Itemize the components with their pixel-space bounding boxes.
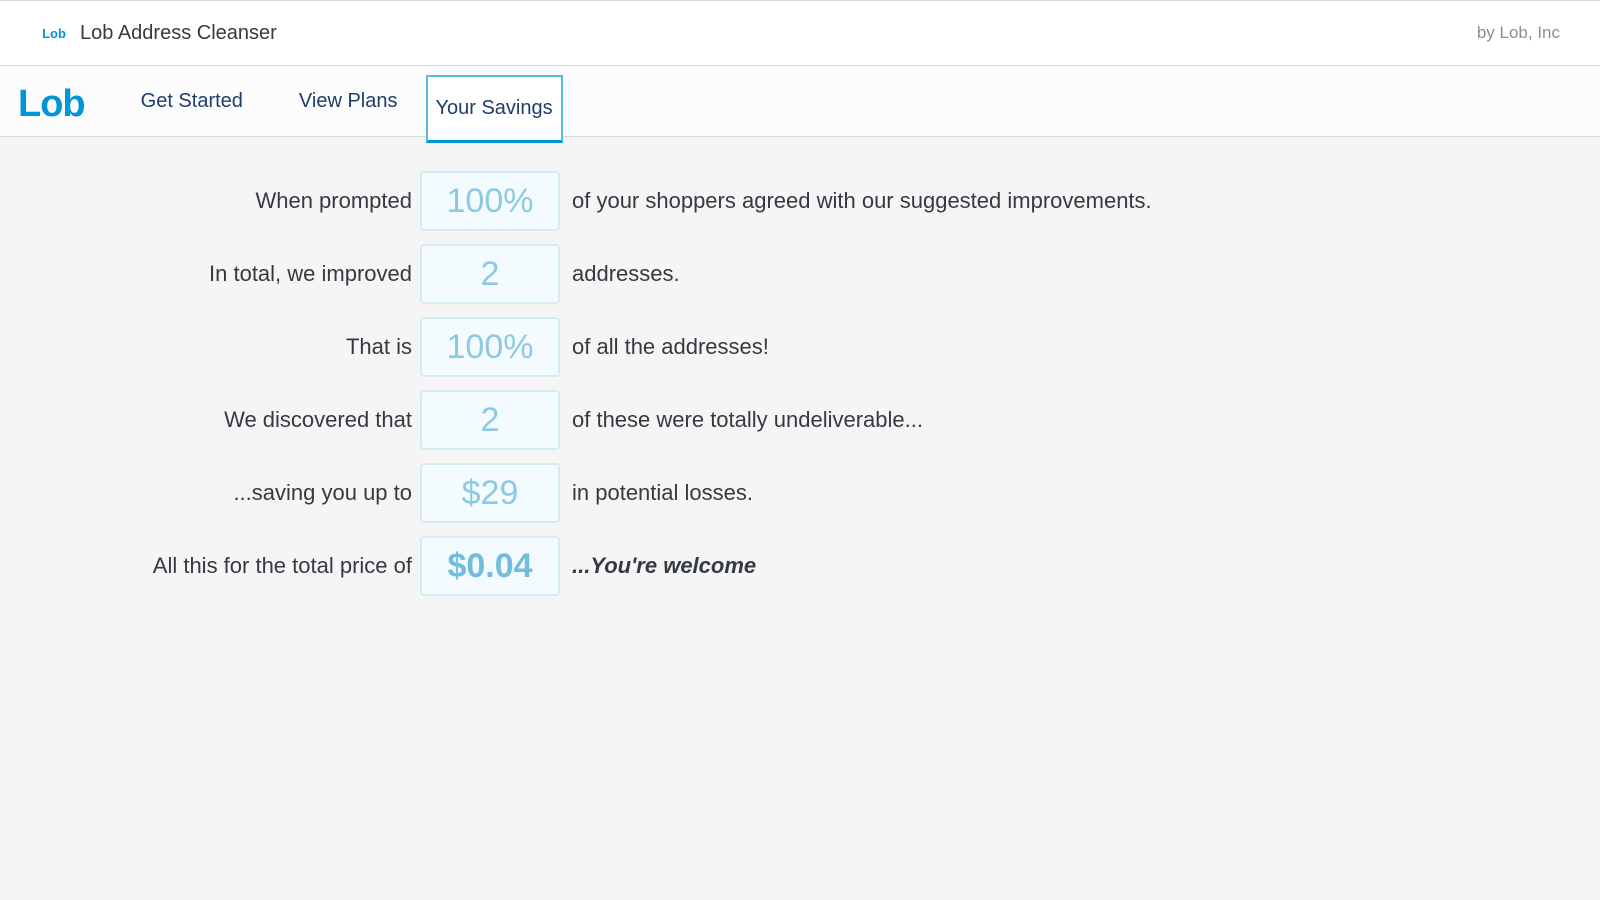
nav-bar: Lob Get Started View Plans Your Savings: [0, 66, 1600, 137]
stat-box-all-pct: 100%: [420, 317, 560, 377]
savings-row: We discovered that 2 of these were total…: [0, 390, 1600, 450]
row-trail: ...You're welcome: [568, 553, 756, 579]
row-lead: We discovered that: [0, 407, 412, 433]
row-trail: of your shoppers agreed with our suggest…: [568, 188, 1152, 214]
stat-box-improved-count: 2: [420, 244, 560, 304]
stat-box-undeliverable-count: 2: [420, 390, 560, 450]
row-trail: of all the addresses!: [568, 334, 769, 360]
tab-view-plans[interactable]: View Plans: [271, 78, 426, 125]
row-trail: of these were totally undeliverable...: [568, 407, 923, 433]
top-left: Lob Lob Address Cleanser: [40, 19, 277, 47]
row-lead: In total, we improved: [0, 261, 412, 287]
savings-content: When prompted 100% of your shoppers agre…: [0, 137, 1600, 596]
top-bar: Lob Lob Address Cleanser by Lob, Inc: [0, 0, 1600, 66]
row-trail: in potential losses.: [568, 480, 753, 506]
savings-row: When prompted 100% of your shoppers agre…: [0, 171, 1600, 231]
tab-your-savings[interactable]: Your Savings: [426, 75, 563, 143]
lob-app-icon: Lob: [40, 19, 68, 47]
savings-row: That is 100% of all the addresses!: [0, 317, 1600, 377]
row-lead: When prompted: [0, 188, 412, 214]
row-lead: ...saving you up to: [0, 480, 412, 506]
app-title: Lob Address Cleanser: [80, 22, 277, 45]
row-lead: All this for the total price of: [0, 553, 412, 579]
stat-box-total-price: $0.04: [420, 536, 560, 596]
stat-box-savings-amount: $29: [420, 463, 560, 523]
by-line: by Lob, Inc: [1477, 23, 1560, 43]
savings-row: ...saving you up to $29 in potential los…: [0, 463, 1600, 523]
savings-row: All this for the total price of $0.04 ..…: [0, 536, 1600, 596]
row-trail: addresses.: [568, 261, 680, 287]
lob-logo: Lob: [18, 77, 85, 126]
stat-box-agreed-pct: 100%: [420, 171, 560, 231]
tab-get-started[interactable]: Get Started: [113, 78, 271, 125]
row-lead: That is: [0, 334, 412, 360]
savings-row: In total, we improved 2 addresses.: [0, 244, 1600, 304]
